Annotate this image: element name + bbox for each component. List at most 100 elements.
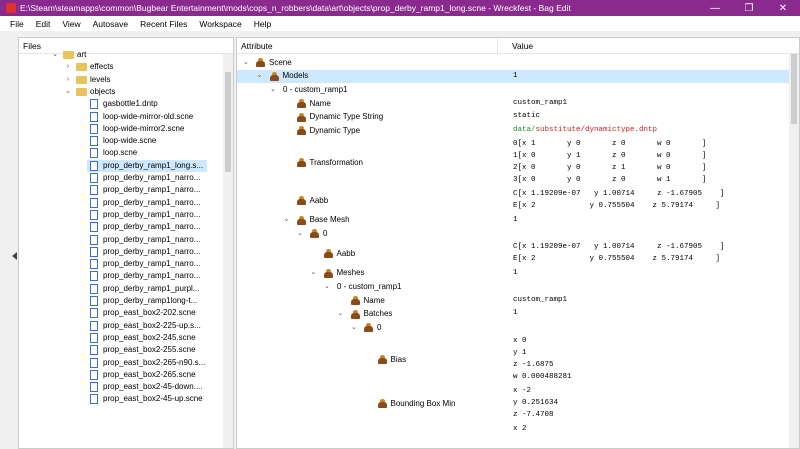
menu-autosave[interactable]: Autosave bbox=[87, 19, 134, 29]
value-column-header[interactable]: Value bbox=[512, 41, 533, 51]
tree-file-item[interactable]: prop_derby_ramp1_purpl... bbox=[19, 283, 219, 295]
chevron-down-icon[interactable]: ⌄ bbox=[297, 229, 305, 237]
close-button[interactable]: ✕ bbox=[766, 0, 800, 16]
value-line: z -1.6875 bbox=[513, 360, 554, 369]
tree-item-label: prop_east_box2-265-n90.s... bbox=[103, 357, 206, 367]
chevron-down-icon[interactable]: ⌄ bbox=[338, 309, 346, 317]
attribute-value[interactable]: custom_ramp1 bbox=[513, 294, 567, 306]
chevron-right-icon[interactable]: › bbox=[64, 74, 72, 86]
menu-file[interactable]: File bbox=[4, 19, 30, 29]
attribute-value[interactable]: x 2 bbox=[513, 423, 527, 435]
chevron-down-icon[interactable]: ⌄ bbox=[270, 85, 278, 93]
tree-file-item[interactable]: prop_derby_ramp1_narro... bbox=[19, 246, 219, 258]
files-scroll-thumb[interactable] bbox=[225, 72, 231, 172]
attribute-row[interactable]: Transformation 0[x 1 y 0 z 0 w 0 ] 1[x 0 y… bbox=[237, 138, 791, 188]
minimize-button[interactable]: — bbox=[698, 0, 732, 16]
attribute-row[interactable]: ⌄ Base Mesh 1 bbox=[237, 214, 791, 228]
tree-file-item[interactable]: prop_derby_ramp1_narro... bbox=[19, 221, 219, 233]
attribute-row[interactable]: ⌄ Models 1 bbox=[237, 69, 791, 84]
attribute-value[interactable]: C[x 1.19209e-07 y 1.00714 z -1.67905 ] E[… bbox=[513, 241, 725, 265]
attribute-row[interactable]: ⌄ 0 - custom_ramp1 bbox=[237, 83, 791, 97]
attribute-value[interactable]: custom_ramp1 bbox=[513, 97, 567, 109]
attribute-value[interactable]: data/substitute/dynamictype.dntp bbox=[513, 124, 657, 136]
tree-folder-item[interactable]: › effects bbox=[19, 61, 219, 73]
tree-file-item[interactable]: loop-wide.scne bbox=[19, 135, 219, 147]
chevron-down-icon[interactable]: ⌄ bbox=[311, 268, 319, 276]
attribute-row[interactable]: Name custom_ramp1 bbox=[237, 97, 791, 111]
attribute-value[interactable]: 1 bbox=[513, 307, 518, 319]
attribute-row[interactable]: ⌄ 0 - custom_ramp1 bbox=[237, 280, 791, 294]
chevron-down-icon[interactable]: ⌄ bbox=[284, 215, 292, 223]
menu-bar: File Edit View Autosave Recent Files Wor… bbox=[0, 16, 800, 31]
tree-file-item[interactable]: prop_derby_ramp1_narro... bbox=[19, 258, 219, 270]
maximize-button[interactable]: ❐ bbox=[732, 0, 766, 16]
attribute-value[interactable]: 1 bbox=[513, 214, 518, 226]
tree-file-item[interactable]: prop_east_box2-45-up.scne bbox=[19, 393, 219, 405]
collapse-arrow-icon[interactable] bbox=[12, 252, 17, 260]
tree-file-item[interactable]: gasbottle1.dntp bbox=[19, 98, 219, 110]
chevron-down-icon[interactable]: ⌄ bbox=[351, 323, 359, 331]
attribute-row[interactable]: Aabb C[x 1.19209e-07 y 1.00714 z -1.67905… bbox=[237, 241, 791, 267]
file-icon bbox=[90, 369, 98, 380]
tree-file-item[interactable]: prop_derby_ramp1_narro... bbox=[19, 270, 219, 282]
chevron-right-icon[interactable]: › bbox=[64, 61, 72, 73]
menu-help[interactable]: Help bbox=[248, 19, 277, 29]
menu-edit[interactable]: Edit bbox=[30, 19, 57, 29]
attribute-scrollbar[interactable] bbox=[789, 54, 799, 448]
chevron-down-icon[interactable]: ⌄ bbox=[243, 58, 251, 66]
tree-file-item[interactable]: prop_derby_ramp1_narro... bbox=[19, 209, 219, 221]
menu-workspace[interactable]: Workspace bbox=[193, 19, 247, 29]
tree-file-item[interactable]: prop_derby_ramp1long-t... bbox=[19, 295, 219, 307]
tree-file-item[interactable]: prop_derby_ramp1_narro... bbox=[19, 197, 219, 209]
attribute-label: 0 bbox=[323, 228, 328, 238]
attribute-row[interactable]: ⌄ 0 bbox=[237, 227, 791, 241]
attribute-value[interactable]: x -2 y 0.251634 z -7.4708 bbox=[513, 385, 558, 421]
tree-file-item[interactable]: prop_east_box2-202.scne bbox=[19, 307, 219, 319]
menu-view[interactable]: View bbox=[56, 19, 86, 29]
chevron-down-icon[interactable]: ⌄ bbox=[324, 282, 332, 290]
attribute-scroll-thumb[interactable] bbox=[791, 54, 797, 124]
column-separator[interactable] bbox=[497, 38, 498, 54]
attribute-row[interactable]: Bias x 0 y 1 z -1.6875 w 0.000488281 bbox=[237, 335, 791, 385]
tree-file-item[interactable]: loop-wide-mirror2.scne bbox=[19, 123, 219, 135]
tree-folder-item[interactable]: ⌄ objects bbox=[19, 86, 219, 98]
value-line: custom_ramp1 bbox=[513, 98, 568, 107]
tree-file-item[interactable]: loop.scne bbox=[19, 147, 219, 159]
menu-recent-files[interactable]: Recent Files bbox=[134, 19, 193, 29]
tree-file-item[interactable]: prop_east_box2-265-n90.s... bbox=[19, 357, 219, 369]
attribute-row[interactable]: ⌄ Meshes 1 bbox=[237, 267, 791, 281]
tree-file-item[interactable]: prop_east_box2-265.scne bbox=[19, 369, 219, 381]
attribute-column-header[interactable]: Attribute bbox=[241, 41, 273, 51]
tree-folder-item[interactable]: › levels bbox=[19, 74, 219, 86]
tree-file-item[interactable]: prop_east_box2-245.scne bbox=[19, 332, 219, 344]
tree-file-item[interactable]: prop_derby_ramp1_narro... bbox=[19, 184, 219, 196]
chevron-down-icon[interactable]: ⌄ bbox=[64, 86, 72, 98]
attribute-row[interactable]: ⌄ Batches 1 bbox=[237, 307, 791, 321]
tree-file-item[interactable]: prop_east_box2-255.scne bbox=[19, 344, 219, 356]
attribute-row[interactable]: Name custom_ramp1 bbox=[237, 294, 791, 308]
title-bar: E:\Steam\steamapps\common\Bugbear Entert… bbox=[0, 0, 800, 16]
chevron-down-icon[interactable]: ⌄ bbox=[257, 71, 265, 79]
attribute-row[interactable]: Dynamic Type String static bbox=[237, 110, 791, 124]
tree-file-item[interactable]: prop_derby_ramp1_narro... bbox=[19, 234, 219, 246]
tree-file-item[interactable]: prop_east_box2-225-up.s... bbox=[19, 320, 219, 332]
chevron-down-icon[interactable]: ⌄ bbox=[51, 49, 59, 61]
attribute-row[interactable]: Bounding Box Min x -2 y 0.251634 z -7.4708 bbox=[237, 385, 791, 423]
attribute-value[interactable]: 0[x 1 y 0 z 0 w 0 ] 1[x 0 y 1 z 0 w 0 ] 2[… bbox=[513, 138, 707, 186]
tree-folder-item[interactable]: ⌄ art bbox=[19, 49, 219, 61]
attribute-value[interactable]: 1 bbox=[513, 267, 518, 279]
attribute-value[interactable]: static bbox=[513, 110, 540, 122]
attribute-row[interactable]: x 2 bbox=[237, 423, 791, 437]
attribute-value[interactable]: 1 bbox=[513, 70, 518, 82]
attribute-row[interactable]: Aabb C[x 1.19209e-07 y 1.00714 z -1.67905… bbox=[237, 188, 791, 214]
attribute-row[interactable]: ⌄ 0 bbox=[237, 321, 791, 335]
attribute-value[interactable]: C[x 1.19209e-07 y 1.00714 z -1.67905 ] E[… bbox=[513, 188, 725, 212]
files-scrollbar[interactable] bbox=[223, 54, 233, 448]
attribute-row[interactable]: Dynamic Type data/substitute/dynamictype.… bbox=[237, 124, 791, 138]
tree-file-item[interactable]: prop_derby_ramp1_long.s... bbox=[87, 159, 207, 172]
tree-file-item[interactable]: loop-wide-mirror-old.scne bbox=[19, 111, 219, 123]
attribute-row[interactable]: ⌄ Scene bbox=[237, 56, 791, 70]
tree-file-item[interactable]: prop_east_box2-45-down.... bbox=[19, 381, 219, 393]
attribute-value[interactable]: x 0 y 1 z -1.6875 w 0.000488281 bbox=[513, 335, 572, 383]
tree-file-item[interactable]: prop_derby_ramp1_narro... bbox=[19, 172, 219, 184]
